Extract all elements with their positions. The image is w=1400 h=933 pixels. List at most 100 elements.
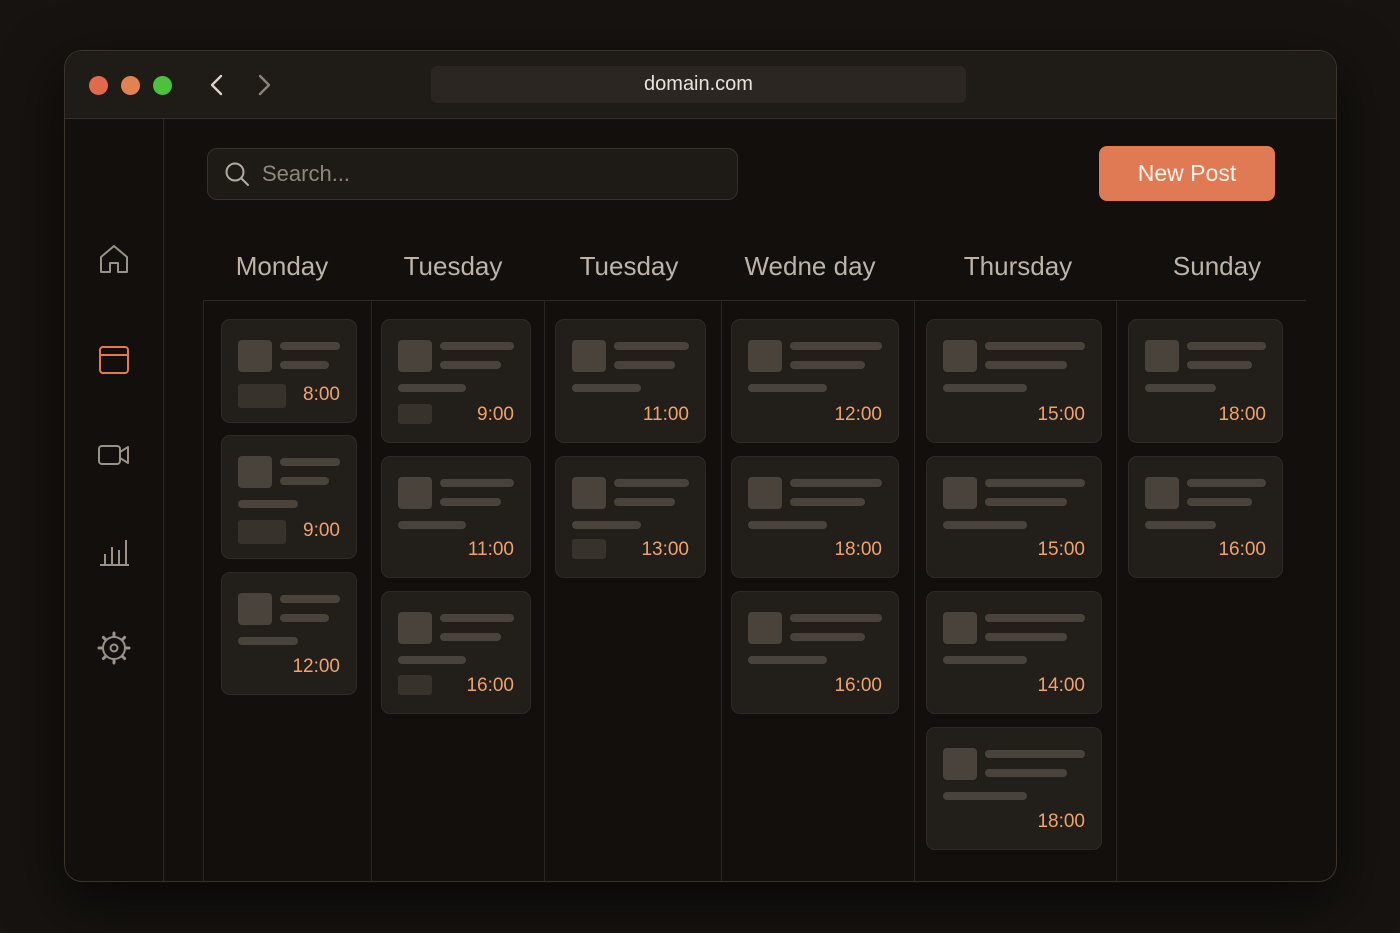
post-body-placeholder bbox=[943, 384, 1027, 392]
post-thumbnail bbox=[943, 612, 977, 644]
post-thumbnail bbox=[238, 593, 272, 625]
post-card[interactable]: 11:00 bbox=[381, 456, 531, 578]
post-card[interactable]: 16:00 bbox=[731, 591, 899, 714]
post-card[interactable]: 9:00 bbox=[221, 435, 357, 559]
post-title-placeholder bbox=[614, 479, 689, 487]
post-subtitle-placeholder bbox=[440, 361, 501, 369]
sidebar-item-video[interactable] bbox=[96, 437, 132, 473]
post-thumbnail bbox=[748, 340, 782, 372]
search-input[interactable] bbox=[262, 161, 702, 187]
post-title-placeholder bbox=[614, 342, 689, 350]
post-card[interactable]: 15:00 bbox=[926, 456, 1102, 578]
post-title-placeholder bbox=[440, 479, 514, 487]
post-thumbnail bbox=[943, 748, 977, 780]
settings-icon bbox=[97, 631, 131, 665]
post-title-placeholder bbox=[985, 342, 1085, 350]
post-card[interactable]: 8:00 bbox=[221, 319, 357, 423]
day-header: Tuesday bbox=[403, 251, 503, 281]
post-thumbnail bbox=[398, 477, 432, 509]
post-time: 12:00 bbox=[834, 404, 882, 425]
media-placeholder bbox=[238, 520, 286, 544]
column-divider bbox=[1116, 300, 1117, 881]
close-window-button[interactable] bbox=[89, 76, 108, 95]
post-body-placeholder bbox=[238, 637, 298, 645]
post-subtitle-placeholder bbox=[790, 361, 865, 369]
post-subtitle-placeholder bbox=[614, 498, 675, 506]
video-icon bbox=[98, 445, 129, 465]
post-card[interactable]: 18:00 bbox=[926, 727, 1102, 850]
media-placeholder bbox=[398, 675, 432, 695]
maximize-window-button[interactable] bbox=[153, 76, 172, 95]
post-subtitle-placeholder bbox=[440, 498, 501, 506]
post-thumbnail bbox=[943, 340, 977, 372]
post-thumbnail bbox=[748, 477, 782, 509]
day-header: Sunday bbox=[1172, 251, 1262, 281]
post-card[interactable]: 18:00 bbox=[1128, 319, 1283, 443]
post-card[interactable]: 18:00 bbox=[731, 456, 899, 578]
post-title-placeholder bbox=[280, 458, 340, 466]
post-subtitle-placeholder bbox=[280, 361, 329, 369]
media-placeholder bbox=[398, 404, 432, 424]
post-card[interactable]: 12:00 bbox=[221, 572, 357, 695]
post-time: 15:00 bbox=[1037, 539, 1085, 560]
post-thumbnail bbox=[572, 340, 606, 372]
sidebar-item-calendar[interactable] bbox=[96, 342, 132, 378]
chevron-right-icon bbox=[258, 74, 271, 96]
post-thumbnail bbox=[398, 340, 432, 372]
calendar-header-divider bbox=[203, 300, 1306, 301]
back-button[interactable] bbox=[203, 71, 231, 99]
sidebar-item-home[interactable] bbox=[96, 241, 132, 277]
sidebar-item-settings[interactable] bbox=[96, 630, 132, 666]
browser-window: domain.com New Post Monday 8:00 9:00 12:00 T… bbox=[64, 50, 1337, 882]
post-card[interactable]: 16:00 bbox=[381, 591, 531, 714]
post-body-placeholder bbox=[398, 656, 466, 664]
post-card[interactable]: 12:00 bbox=[731, 319, 899, 443]
post-time: 11:00 bbox=[467, 539, 514, 560]
post-card[interactable]: 15:00 bbox=[926, 319, 1102, 443]
forward-button[interactable] bbox=[250, 71, 278, 99]
post-thumbnail bbox=[238, 340, 272, 372]
post-time: 9:00 bbox=[303, 520, 340, 541]
post-title-placeholder bbox=[790, 479, 882, 487]
post-body-placeholder bbox=[238, 500, 298, 508]
post-subtitle-placeholder bbox=[985, 361, 1067, 369]
column-divider bbox=[371, 300, 372, 881]
column-divider bbox=[544, 300, 545, 881]
post-thumbnail bbox=[572, 477, 606, 509]
day-header: Tuesday bbox=[579, 251, 679, 281]
column-divider bbox=[914, 300, 915, 881]
day-header: Monday bbox=[235, 251, 329, 281]
post-body-placeholder bbox=[1145, 521, 1216, 529]
url-text: domain.com bbox=[644, 73, 753, 95]
post-thumbnail bbox=[1145, 340, 1179, 372]
main-content: New Post Monday 8:00 9:00 12:00 Tuesday 9:00 1… bbox=[164, 119, 1336, 881]
post-time: 16:00 bbox=[834, 675, 882, 696]
post-body-placeholder bbox=[398, 521, 466, 529]
post-title-placeholder bbox=[280, 342, 340, 350]
post-body-placeholder bbox=[572, 384, 641, 392]
post-time: 13:00 bbox=[641, 539, 689, 560]
post-card[interactable]: 11:00 bbox=[555, 319, 706, 443]
post-title-placeholder bbox=[985, 479, 1085, 487]
column-divider bbox=[203, 300, 204, 881]
media-placeholder bbox=[572, 539, 606, 559]
post-body-placeholder bbox=[398, 384, 466, 392]
post-card[interactable]: 13:00 bbox=[555, 456, 706, 578]
sidebar-item-analytics[interactable] bbox=[96, 533, 132, 569]
post-card[interactable]: 14:00 bbox=[926, 591, 1102, 714]
post-card[interactable]: 9:00 bbox=[381, 319, 531, 443]
post-subtitle-placeholder bbox=[1187, 498, 1252, 506]
post-time: 12:00 bbox=[292, 656, 340, 677]
search-bar[interactable] bbox=[207, 148, 738, 200]
url-bar[interactable]: domain.com bbox=[431, 66, 966, 103]
post-title-placeholder bbox=[1187, 479, 1266, 487]
post-title-placeholder bbox=[440, 342, 514, 350]
calendar-icon bbox=[99, 346, 129, 374]
post-body-placeholder bbox=[748, 384, 827, 392]
new-post-button[interactable]: New Post bbox=[1099, 146, 1275, 201]
minimize-window-button[interactable] bbox=[121, 76, 140, 95]
post-body-placeholder bbox=[943, 656, 1027, 664]
post-card[interactable]: 16:00 bbox=[1128, 456, 1283, 578]
home-icon bbox=[100, 245, 128, 273]
post-thumbnail bbox=[238, 456, 272, 488]
